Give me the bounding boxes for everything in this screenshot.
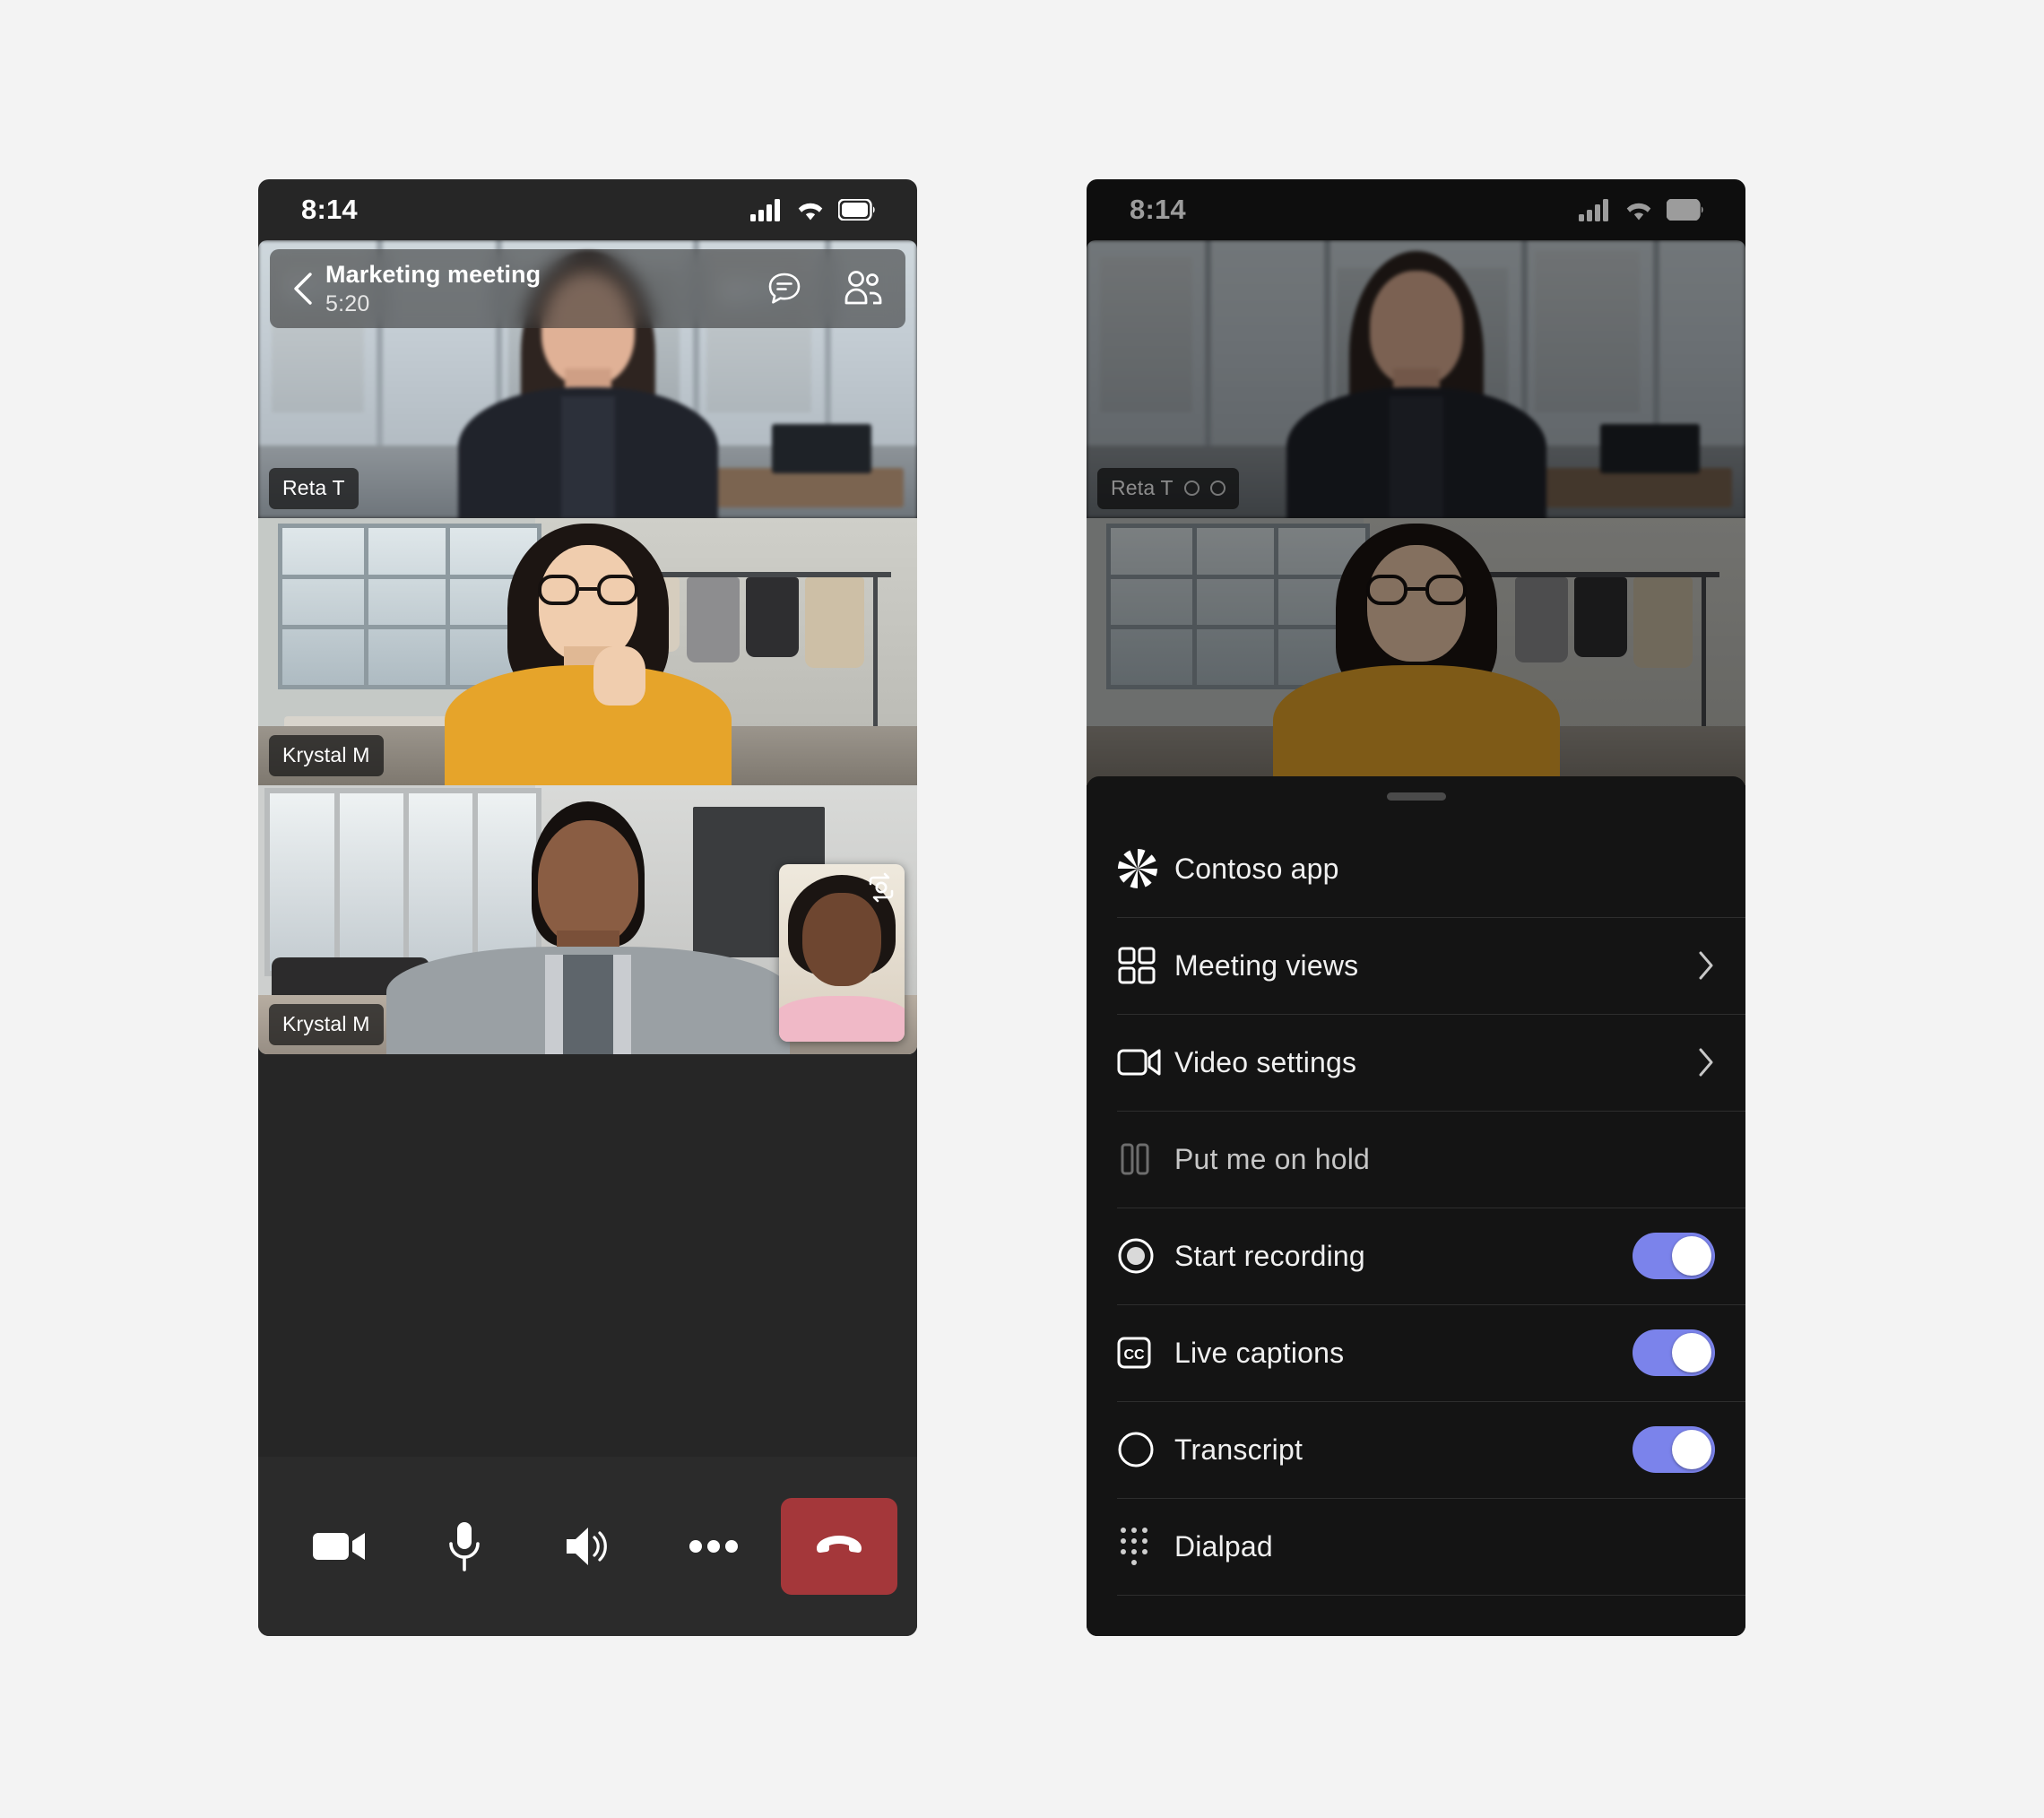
meeting-header-bar: Marketing meeting 5:20 [270, 249, 905, 328]
microphone-icon [449, 1522, 480, 1571]
sheet-item-meeting-views[interactable]: Meeting views [1087, 917, 1745, 1014]
closed-caption-icon: CC [1117, 1337, 1174, 1369]
camera-button[interactable] [278, 1457, 403, 1636]
chat-icon[interactable] [764, 268, 805, 309]
chevron-right-icon [1688, 1047, 1715, 1078]
more-options-sheet: Contoso app Meeting views Video settings… [1087, 776, 1745, 1636]
participant-name-badge: Reta T [269, 468, 359, 509]
video-tile-krystal-2[interactable]: Krystal M [258, 785, 917, 1054]
sheet-item-dialpad[interactable]: Dialpad [1087, 1498, 1745, 1595]
back-chevron-icon[interactable] [288, 271, 318, 307]
meeting-header-actions [764, 268, 884, 309]
meeting-title: Marketing meeting [325, 260, 541, 288]
cellular-signal-icon [750, 199, 780, 221]
status-icon-group [1579, 198, 1704, 221]
sheet-item-video-settings[interactable]: Video settings [1087, 1014, 1745, 1111]
drag-handle[interactable] [1386, 792, 1446, 801]
status-icon-group [750, 198, 876, 221]
pause-icon [1117, 1141, 1174, 1177]
video-camera-icon [1117, 1046, 1174, 1078]
sheet-item-put-me-on-hold[interactable]: Put me on hold [1087, 1111, 1745, 1208]
video-gallery: Marketing meeting 5:20 Reta T Krystal M … [258, 240, 917, 1054]
meeting-control-bar [258, 1457, 917, 1636]
dialpad-dots-icon [1117, 1526, 1174, 1567]
sheet-item-live-captions[interactable]: CC Live captions [1087, 1304, 1745, 1401]
microphone-button[interactable] [403, 1457, 527, 1636]
status-bar-left: 8:14 [258, 179, 917, 240]
participant-name: Krystal M [282, 1012, 370, 1035]
participant-name: Reta T [282, 476, 345, 499]
participants-icon[interactable] [843, 268, 884, 309]
status-time: 8:14 [1130, 194, 1186, 225]
sheet-item-start-recording[interactable]: Start recording [1087, 1208, 1745, 1304]
start-recording-toggle[interactable] [1633, 1233, 1715, 1279]
sheet-item-label: Start recording [1174, 1239, 1365, 1272]
svg-text:CC: CC [1123, 1347, 1145, 1363]
phone-left-meeting-gallery: 8:14 Marketing meeting 5:20 Reta T Kryst… [258, 179, 917, 1636]
sheet-item-transcript[interactable]: Transcript [1087, 1401, 1745, 1498]
speaker-button[interactable] [527, 1457, 652, 1636]
sheet-item-label: Video settings [1174, 1045, 1357, 1078]
wifi-icon [1626, 203, 1651, 221]
sheet-item-label: Put me on hold [1174, 1142, 1371, 1175]
sheet-item-label: Contoso app [1174, 852, 1339, 885]
sheet-item-label: Transcript [1174, 1433, 1303, 1466]
video-tile-reta[interactable]: Marketing meeting 5:20 Reta T [258, 240, 917, 518]
chevron-right-icon [1688, 950, 1715, 981]
ellipsis-icon [689, 1540, 738, 1553]
phone-right-more-menu: 8:14 Reta T Contoso app Meeting views Vi… [1087, 179, 1745, 1636]
more-button[interactable] [651, 1457, 775, 1636]
contoso-pinwheel-icon [1117, 848, 1174, 889]
camera-flip-icon[interactable] [866, 872, 896, 903]
grid-2x2-icon [1117, 946, 1174, 985]
hangup-phone-icon [817, 1536, 862, 1553]
meeting-title-block: Marketing meeting 5:20 [325, 261, 764, 317]
transcript-toggle[interactable] [1633, 1426, 1715, 1473]
screenshot-canvas: 8:14 Marketing meeting 5:20 Reta T Kryst… [0, 0, 2044, 1818]
participant-name: Krystal M [282, 743, 370, 766]
participant-name-badge: Krystal M [269, 735, 384, 776]
speaker-icon [566, 1528, 607, 1565]
battery-icon [838, 199, 875, 221]
participant-name-badge: Krystal M [269, 1004, 384, 1045]
status-bar-right: 8:14 [1087, 179, 1745, 240]
live-captions-toggle[interactable] [1633, 1329, 1715, 1376]
sheet-item-label: Meeting views [1174, 948, 1359, 982]
sheet-bottom-divider [1087, 1595, 1745, 1636]
self-view-pip[interactable] [779, 864, 905, 1042]
meeting-timer: 5:20 [325, 290, 370, 316]
sheet-item-contoso-app[interactable]: Contoso app [1087, 820, 1745, 917]
video-camera-icon [313, 1533, 366, 1560]
cellular-signal-icon [1579, 199, 1608, 221]
sheet-item-label: Live captions [1174, 1336, 1345, 1369]
sheet-item-label: Dialpad [1174, 1529, 1273, 1563]
wifi-icon [798, 203, 823, 221]
sheet-item-list: Contoso app Meeting views Video settings… [1087, 820, 1745, 1636]
record-circle-icon [1117, 1237, 1174, 1275]
status-time: 8:14 [301, 194, 358, 225]
circle-outline-icon [1117, 1431, 1174, 1468]
hangup-button[interactable] [781, 1498, 897, 1595]
battery-icon [1667, 199, 1703, 221]
video-tile-krystal-1[interactable]: Krystal M [258, 518, 917, 785]
